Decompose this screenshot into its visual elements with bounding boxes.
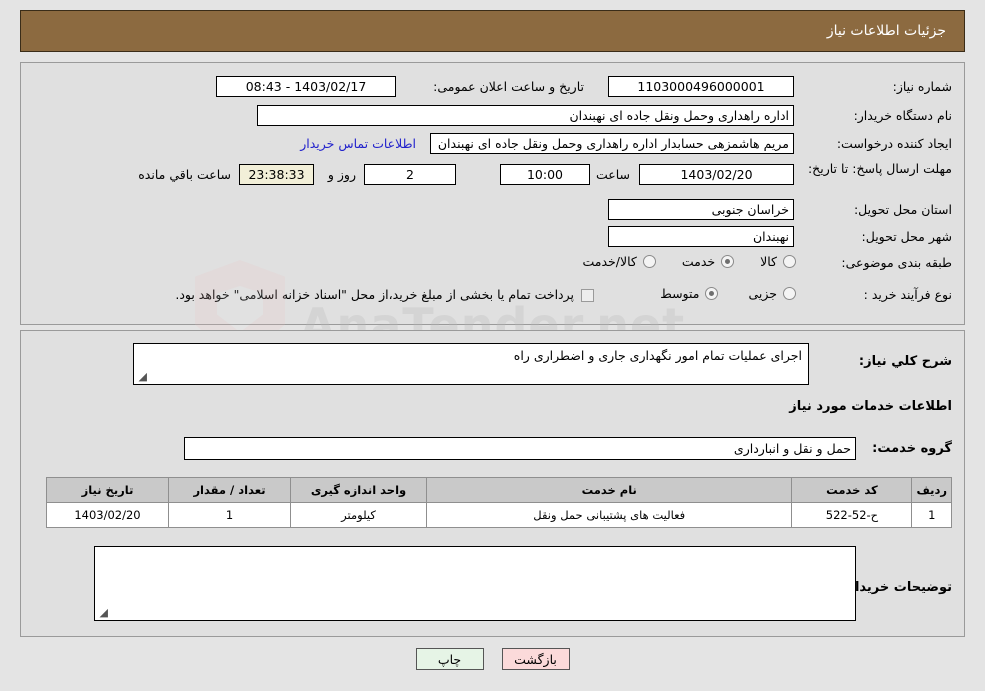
services-heading: اطلاعات خدمات مورد نیاز [789,399,952,414]
need-number-label-row: شماره نیاز: [812,79,952,96]
countdown-field: 23:38:33 [239,164,314,185]
table-row[interactable]: 1 ح-52-522 فعالیت های پشتیبانی حمل ونقل … [46,502,952,528]
details-panel: شرح کلي نیاز: اجرای عملیات تمام امور نگه… [20,330,965,637]
buyer-org-label: نام دستگاه خریدار: [853,108,952,123]
province-value: خراسان جنوبی [711,202,789,217]
category-option-kala-khedmat[interactable]: کالا/خدمت [582,254,656,269]
category-option-label: کالا/خدمت [582,254,637,269]
process-label: نوع فرآیند خرید : [863,287,952,302]
page-title: جزئیات اطلاعات نیاز [826,23,946,39]
payment-note-text: پرداخت تمام یا بخشی از مبلغ خرید،از محل … [175,287,574,302]
province-label: استان محل تحویل: [853,202,952,217]
service-group-field[interactable]: حمل و نقل و انبارداری [184,437,856,460]
buyer-org-label-row: نام دستگاه خریدار: [854,108,952,125]
deadline-time-field[interactable]: 10:00 [500,164,590,185]
announce-datetime-field[interactable]: 1403/02/17 - 08:43 [216,76,396,97]
process-label-row: نوع فرآیند خرید : [864,287,952,304]
category-option-label: کالا [760,254,777,269]
deadline-time-label: ساعت [595,167,630,182]
creator-value: مریم هاشمزهی حسابدار اداره راهداری وحمل … [437,136,789,151]
print-button[interactable]: چاپ [415,648,484,670]
deadline-label: مهلت ارسال پاسخ: تا تاریخ: [807,161,952,176]
radio-icon[interactable] [783,255,796,268]
days-label: روز و [327,167,356,182]
city-label: شهر محل تحویل: [861,229,952,244]
process-radio-group: جزیی متوسط [660,286,796,301]
category-radio-group: کالا خدمت کالا/خدمت [582,254,796,269]
category-label: طبقه بندی موضوعی: [841,255,952,270]
need-info-panel: شماره نیاز: 1103000496000001 تاریخ و ساع… [20,62,965,325]
payment-note-row: پرداخت تمام یا بخشی از مبلغ خرید،از محل … [175,287,594,304]
buyer-org-field[interactable]: اداره راهداری وحمل ونقل جاده ای نهبندان [257,105,794,126]
city-value: نهبندان [753,229,789,244]
buyer-contact-link[interactable]: اطلاعات تماس خریدار [300,136,416,151]
buyer-notes-label: توضیحات خریدار: [842,580,952,595]
announce-label: تاریخ و ساعت اعلان عمومی: [433,79,584,94]
th-row: ردیف [911,477,952,503]
deadline-date-value: 1403/02/20 [680,167,753,182]
province-label-row: استان محل تحویل: [854,202,952,219]
cell-code: ح-52-522 [791,502,913,528]
deadline-time-value: 10:00 [526,167,564,182]
cell-qty: 1 [168,502,291,528]
process-option-label: متوسط [660,286,700,301]
remaining-days-field[interactable]: 2 [364,164,456,185]
announce-label-row: تاریخ و ساعت اعلان عمومی: [433,79,584,96]
need-number-value: 1103000496000001 [637,79,765,94]
cell-unit: کیلومتر [290,502,427,528]
remaining-label: ساعت باقي مانده [138,167,231,182]
th-date: تاریخ نیاز [46,477,169,503]
th-unit: واحد اندازه گیری [290,477,427,503]
back-button[interactable]: بازگشت [501,648,570,670]
need-number-field[interactable]: 1103000496000001 [608,76,794,97]
category-option-label: خدمت [681,254,716,269]
creator-label: ایجاد کننده درخواست: [836,136,952,151]
remaining-days-value: 2 [406,167,414,182]
description-label: شرح کلي نیاز: [858,354,952,369]
radio-icon[interactable] [721,255,735,268]
city-field[interactable]: نهبندان [608,226,794,247]
cell-name: فعالیت های پشتیبانی حمل ونقل [425,502,793,528]
category-option-kala[interactable]: کالا [760,254,796,269]
process-option-label: جزیی [748,286,777,301]
buyer-org-value: اداره راهداری وحمل ونقل جاده ای نهبندان [569,108,789,123]
service-group-value: حمل و نقل و انبارداری [733,441,851,456]
radio-icon[interactable] [783,287,796,300]
description-value: اجرای عملیات تمام امور نگهداری جاری و اض… [513,348,802,363]
announce-datetime-value: 1403/02/17 - 08:43 [245,79,367,94]
description-textarea[interactable]: اجرای عملیات تمام امور نگهداری جاری و اض… [133,343,809,385]
page-header: جزئیات اطلاعات نیاز [20,10,965,52]
services-table: ردیف کد خدمت نام خدمت واحد اندازه گیری ت… [46,477,952,528]
cell-row: 1 [911,502,952,528]
th-code: کد خدمت [791,477,913,503]
service-group-label: گروه خدمت: [872,441,952,456]
resize-grip-icon[interactable]: ◢ [137,371,147,382]
process-option-motavasset[interactable]: متوسط [660,286,719,301]
th-name: نام خدمت [425,477,793,503]
province-field[interactable]: خراسان جنوبی [608,199,794,220]
countdown-value: 23:38:33 [248,167,305,182]
radio-icon[interactable] [642,255,656,268]
radio-icon[interactable] [705,287,719,300]
category-option-khedmat[interactable]: خدمت [681,254,735,269]
need-number-label: شماره نیاز: [892,79,952,94]
th-qty: تعداد / مقدار [168,477,291,503]
deadline-label-row: مهلت ارسال پاسخ: تا تاریخ: [802,161,952,178]
page-root: جزئیات اطلاعات نیاز شماره نیاز: 11030004… [0,0,985,691]
creator-field[interactable]: مریم هاشمزهی حسابدار اداره راهداری وحمل … [430,133,794,154]
city-label-row: شهر محل تحویل: [862,229,952,246]
buyer-notes-textarea[interactable]: ◢ [94,546,856,621]
process-option-jozee[interactable]: جزیی [748,286,796,301]
payment-checkbox[interactable] [581,288,594,302]
table-header-row: ردیف کد خدمت نام خدمت واحد اندازه گیری ت… [46,477,952,503]
deadline-date-field[interactable]: 1403/02/20 [639,164,794,185]
creator-label-row: ایجاد کننده درخواست: [837,136,952,153]
cell-date: 1403/02/20 [46,502,169,528]
category-label-row: طبقه بندی موضوعی: [841,255,952,272]
resize-grip-icon[interactable]: ◢ [98,607,108,618]
footer-actions: بازگشت چاپ [0,648,985,670]
